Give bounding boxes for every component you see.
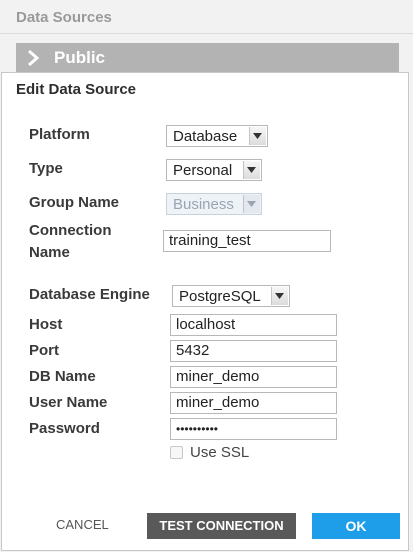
use-ssl-checkbox[interactable] [170, 446, 183, 459]
edit-data-source-dialog: Edit Data Source Platform Database Type … [1, 72, 409, 551]
user-name-input[interactable]: miner_demo [170, 392, 337, 414]
type-value: Personal [173, 162, 233, 179]
dropdown-arrow-icon [243, 161, 260, 179]
data-sources-title: Data Sources [16, 9, 112, 26]
connection-name-label-line2: Name [29, 244, 70, 261]
cancel-button[interactable]: CANCEL [56, 515, 109, 535]
type-label: Type [29, 160, 63, 177]
dropdown-arrow-icon [249, 127, 266, 145]
platform-label: Platform [29, 126, 90, 143]
ok-button[interactable]: OK [312, 513, 400, 539]
port-input[interactable]: 5432 [170, 340, 337, 362]
divider [0, 33, 413, 34]
group-name-value: Business [173, 196, 234, 213]
connection-name-input[interactable]: training_test [163, 230, 331, 252]
group-name-select: Business [166, 193, 262, 215]
database-engine-select[interactable]: PostgreSQL [172, 285, 290, 307]
port-label: Port [29, 342, 59, 359]
dropdown-arrow-icon [271, 287, 288, 305]
public-group-header[interactable]: Public [16, 43, 399, 73]
dropdown-arrow-icon [243, 195, 260, 213]
public-group-label: Public [54, 48, 106, 67]
user-name-label: User Name [29, 394, 108, 411]
group-name-label: Group Name [29, 194, 120, 211]
host-label: Host [29, 316, 63, 333]
db-name-input[interactable]: miner_demo [170, 366, 337, 388]
chevron-right-icon [28, 49, 40, 67]
password-label: Password [29, 420, 100, 437]
dialog-title: Edit Data Source [16, 81, 137, 98]
test-connection-button[interactable]: TEST CONNECTION [147, 513, 296, 539]
type-select[interactable]: Personal [166, 159, 262, 181]
connection-name-label-line1: Connection [29, 222, 112, 239]
database-engine-label: Database Engine [29, 286, 150, 303]
use-ssl-label: Use SSL [190, 444, 250, 461]
password-input[interactable]: •••••••••• [170, 418, 337, 440]
host-input[interactable]: localhost [170, 314, 337, 336]
database-engine-value: PostgreSQL [179, 288, 261, 305]
platform-value: Database [173, 128, 238, 145]
db-name-label: DB Name [29, 368, 96, 385]
platform-select[interactable]: Database [166, 125, 268, 147]
